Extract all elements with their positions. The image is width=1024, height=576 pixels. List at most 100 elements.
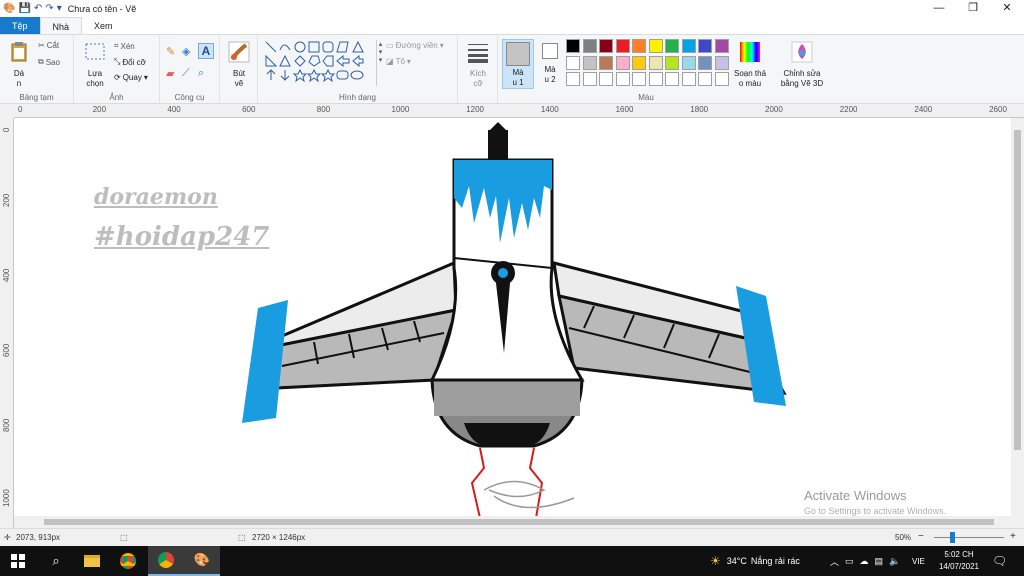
notification-button[interactable]: 🗨	[992, 546, 1007, 576]
palette-color-swatch[interactable]	[582, 55, 597, 70]
zoom-level: 50%	[895, 533, 912, 542]
tab-home[interactable]: Nhà	[39, 17, 83, 34]
undo-icon[interactable]: ↶	[34, 3, 42, 14]
palette-color-swatch[interactable]	[681, 39, 696, 53]
palette-color-swatch[interactable]	[599, 55, 613, 70]
palette-color-swatch[interactable]	[566, 39, 580, 53]
crop-button[interactable]: ⌗ Xén	[114, 41, 135, 51]
maximize-button[interactable]: ❐	[956, 0, 990, 17]
ruler-tick-label: 800	[2, 418, 11, 432]
shapes-scroll[interactable]: ▴ ▾ ▾	[376, 40, 384, 86]
palette-empty-swatch[interactable]	[665, 72, 679, 86]
tab-file[interactable]: Tệp	[0, 17, 40, 34]
outline-button[interactable]: ▭ Đường viền ▾	[386, 41, 444, 50]
palette-color-swatch[interactable]	[632, 55, 646, 70]
palette-empty-swatch[interactable]	[648, 72, 663, 86]
palette-color-swatch[interactable]	[714, 55, 729, 70]
shapes-gallery[interactable]	[264, 40, 380, 86]
line-width-icon	[468, 44, 488, 63]
tab-view[interactable]: Xem	[82, 17, 125, 34]
cloud-icon[interactable]: ☁	[860, 556, 869, 567]
clock-time: 5:02 CH	[944, 550, 974, 559]
chrome-icon	[158, 552, 174, 568]
palette-color-swatch[interactable]	[582, 39, 597, 53]
network-icon[interactable]: ▤	[875, 556, 884, 567]
zoom-out-button[interactable]: −	[918, 531, 924, 542]
palette-color-swatch[interactable]	[698, 55, 712, 70]
paint-icon: 🎨	[193, 552, 211, 567]
clock[interactable]: 5:02 CH 14/07/2021	[938, 549, 980, 573]
palette-color-swatch[interactable]	[665, 55, 679, 70]
palette-color-swatch[interactable]	[566, 55, 580, 70]
chevron-up-icon[interactable]: ︿	[830, 555, 839, 568]
taskbar-chrome-2[interactable]	[148, 546, 184, 576]
palette-empty-swatch[interactable]	[714, 72, 729, 86]
eraser-button[interactable]: ▰	[166, 67, 174, 80]
palette-empty-swatch[interactable]	[632, 72, 646, 86]
select-button[interactable]: Lựa chọn	[80, 41, 110, 89]
zoom-slider-thumb[interactable]	[950, 532, 955, 543]
resize-button[interactable]: ⤡ Đổi cỡ	[114, 57, 146, 67]
start-button[interactable]	[0, 546, 36, 576]
palette-color-swatch[interactable]	[665, 39, 679, 53]
taskbar-chrome[interactable]	[110, 546, 146, 576]
pencil-button[interactable]: ✎	[166, 45, 175, 58]
palette-color-swatch[interactable]	[681, 55, 696, 70]
color2-button[interactable]: Mà u 2	[536, 41, 564, 85]
text-button[interactable]: A	[198, 43, 214, 59]
image-size: 2720 × 1246px	[252, 533, 306, 542]
edit-colors-label: Soạn thả	[733, 69, 767, 78]
rotate-button[interactable]: ⟳ Quay ▾	[114, 73, 148, 82]
battery-icon[interactable]: ▭	[845, 556, 854, 567]
edit-colors-button[interactable]: Soạn thả o màu	[730, 41, 770, 89]
brushes-button[interactable]: Bút vẽ	[225, 41, 253, 89]
palette-empty-swatch[interactable]	[599, 72, 613, 86]
palette-empty-swatch[interactable]	[566, 72, 580, 86]
color-picker-button[interactable]: ⟋	[182, 67, 190, 80]
palette-empty-swatch[interactable]	[615, 72, 630, 86]
resize-label: Đổi cỡ	[122, 57, 146, 67]
zoom-in-button[interactable]: +	[1010, 531, 1016, 542]
paste-button[interactable]: Dá n	[6, 41, 32, 89]
paint-app-icon: 🎨	[3, 3, 16, 14]
vertical-scrollbar[interactable]	[1011, 118, 1024, 528]
volume-icon[interactable]: 🔈	[889, 556, 900, 567]
size-button[interactable]: Kích cỡ	[464, 41, 492, 89]
palette-empty-swatch[interactable]	[681, 72, 696, 86]
palette-color-swatch[interactable]	[714, 39, 729, 53]
vertical-scroll-thumb[interactable]	[1014, 130, 1021, 450]
redo-icon[interactable]: ↷	[45, 3, 53, 14]
palette-color-swatch[interactable]	[599, 39, 613, 53]
crop-icon: ⌗	[114, 41, 119, 50]
search-button[interactable]: ⌕	[38, 546, 74, 576]
palette-empty-swatch[interactable]	[582, 72, 597, 86]
zoom-slider[interactable]	[934, 537, 1004, 538]
horizontal-scroll-thumb[interactable]	[44, 519, 994, 525]
palette-color-swatch[interactable]	[698, 39, 712, 53]
customize-qa-icon[interactable]: ▾	[57, 3, 62, 14]
paint3d-button[interactable]: Chỉnh sửa bằng Vẽ 3D	[776, 41, 828, 89]
magnifier-button[interactable]: ⌕	[198, 67, 204, 80]
taskbar-paint[interactable]: 🎨	[184, 546, 220, 576]
palette-color-swatch[interactable]	[615, 39, 630, 53]
fill-shape-button[interactable]: ◪ Tô ▾	[386, 57, 411, 66]
close-button[interactable]: ✕	[990, 0, 1024, 17]
cut-button[interactable]: ✂ Cắt	[38, 41, 59, 50]
weather-widget[interactable]: ☀ 34°C Nắng rải rác	[710, 546, 800, 576]
ruler-tick-label: 600	[2, 343, 11, 357]
fill-button[interactable]: ◈	[182, 45, 190, 58]
palette-color-swatch[interactable]	[615, 55, 630, 70]
language-indicator[interactable]: VIE	[912, 546, 925, 576]
color1-button[interactable]: Mà u 1	[502, 39, 534, 89]
drawing-canvas[interactable]: doraemon #hoidap247	[14, 118, 1011, 516]
search-icon: ⌕	[52, 553, 60, 568]
palette-color-swatch[interactable]	[648, 39, 663, 53]
palette-empty-swatch[interactable]	[698, 72, 712, 86]
horizontal-scrollbar[interactable]	[14, 516, 1011, 528]
minimize-button[interactable]: —	[922, 0, 956, 17]
copy-button[interactable]: ⧉ Sao	[38, 57, 60, 67]
palette-color-swatch[interactable]	[648, 55, 663, 70]
taskbar-file-explorer[interactable]	[74, 546, 110, 576]
palette-color-swatch[interactable]	[632, 39, 646, 53]
save-icon[interactable]: 💾	[18, 3, 30, 14]
